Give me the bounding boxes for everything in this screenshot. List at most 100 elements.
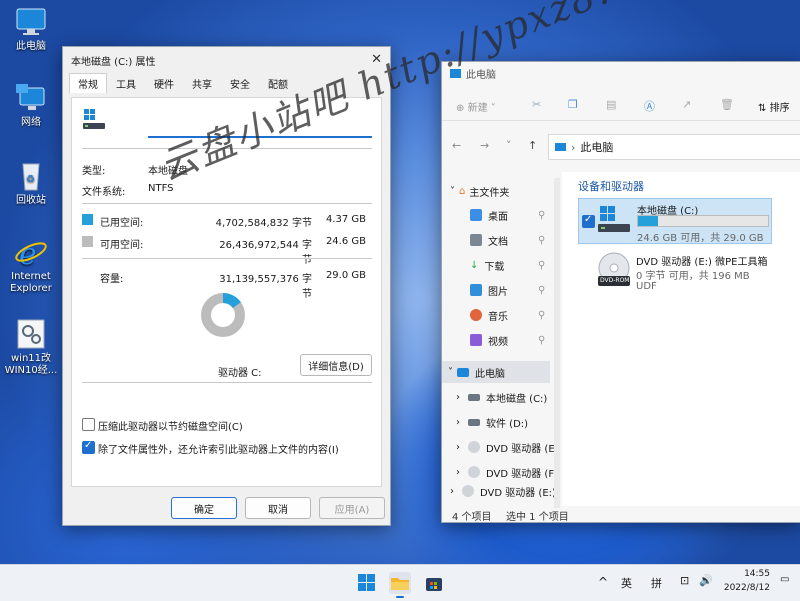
navigation-pane: ˅ ⌂ 主文件夹 桌面 ⚲ 文档 ⚲ ↓ 下载 ⚲ 图片 ⚲ 音乐 ⚲ 视频 ⚲… <box>442 178 556 506</box>
clock-time[interactable]: 14:55 <box>740 569 770 579</box>
nav-label: 图片 <box>488 286 508 298</box>
nav-item-dvd-e[interactable]: › DVD 驱动器 (E <box>442 436 566 458</box>
desktop-icon-setup-file[interactable]: win11改WIN10经... <box>4 318 58 377</box>
paste-icon[interactable]: ▤ <box>606 98 616 111</box>
svg-text:e: e <box>19 237 37 268</box>
monitor-icon <box>14 6 48 38</box>
nav-label: DVD 驱动器 (F <box>486 468 555 480</box>
desktop-icon-recycle-bin[interactable]: ♻ 回收站 <box>4 160 58 207</box>
compress-checkbox[interactable] <box>82 418 95 431</box>
up-icon[interactable]: ↑ <box>528 139 537 152</box>
nav-item-dvd-e2[interactable]: › DVD 驱动器 (E:) <box>442 484 560 498</box>
scrollbar[interactable] <box>554 178 560 508</box>
divider <box>82 258 372 259</box>
drive-label: 驱动器 C: <box>218 368 262 379</box>
network-icon <box>14 82 48 114</box>
desktop-icon-this-pc[interactable]: 此电脑 <box>4 6 58 53</box>
pin-icon: ⚲ <box>538 234 546 246</box>
compress-label: 压缩此驱动器以节约磁盘空间(C) <box>98 422 243 433</box>
expand-chevron-icon: ˅ <box>450 185 455 197</box>
cut-icon[interactable]: ✂ <box>532 98 541 111</box>
expand-chevron-icon: › <box>456 416 460 428</box>
nav-label: 音乐 <box>488 311 508 323</box>
desktop-icon-ie[interactable]: e Internet Explorer <box>4 236 58 295</box>
home-icon: ⌂ <box>459 185 466 197</box>
used-space-bytes: 4,702,584,832 字节 <box>215 218 312 229</box>
ime-indicator[interactable]: 拼 <box>651 575 662 591</box>
tab-general[interactable]: 常规 <box>69 73 107 93</box>
sort-button[interactable]: ⇅ 排序 <box>758 99 790 114</box>
address-bar[interactable]: › 此电脑 <box>548 134 800 160</box>
clock-date[interactable]: 2022/8/12 <box>718 583 770 593</box>
windows-drive-icon <box>598 206 630 232</box>
nav-label: 下载 <box>484 261 505 273</box>
explorer-window: 此电脑 ⊕ 新建 ˅ ✂ ❐ ▤ Ⓐ ↗ 🗑 ⇅ 排序 ← → ˅ ↑ › 此电… <box>441 61 800 523</box>
details-button[interactable]: 详细信息(D) <box>300 354 372 376</box>
nav-item-home[interactable]: ˅ ⌂ 主文件夹 <box>442 180 560 202</box>
rename-icon[interactable]: Ⓐ <box>644 98 655 114</box>
nav-item-drive-c[interactable]: › 本地磁盘 (C:) <box>442 386 566 408</box>
music-icon <box>470 309 482 321</box>
divider <box>82 382 372 383</box>
disc-label: DVD-ROM <box>600 277 630 284</box>
used-space-swatch <box>82 214 93 225</box>
recycle-bin-icon: ♻ <box>14 160 48 192</box>
volume-icon[interactable]: 🔊 <box>699 574 713 587</box>
desktop-icon-network[interactable]: 网络 <box>4 82 58 129</box>
nav-item-drive-d[interactable]: › 软件 (D:) <box>442 411 566 433</box>
language-indicator[interactable]: 英 <box>621 575 632 591</box>
tab-security[interactable]: 安全 <box>221 73 259 93</box>
nav-item-this-pc[interactable]: ˅ 此电脑 <box>442 361 550 383</box>
nav-label: 此电脑 <box>475 368 505 380</box>
forward-icon[interactable]: → <box>480 139 489 152</box>
nav-item-dvd-f[interactable]: › DVD 驱动器 (F <box>442 461 566 483</box>
used-space-label: 已用空间: <box>100 218 144 229</box>
dvd-icon <box>462 485 474 497</box>
index-label: 除了文件属性外，还允许索引此驱动器上文件的内容(I) <box>98 445 339 456</box>
drive-tile-e[interactable]: DVD-ROM DVD 驱动器 (E:) 微PE工具箱 0 字节 可用，共 19… <box>578 250 778 294</box>
video-icon <box>470 334 482 346</box>
nav-label: 视频 <box>488 336 508 348</box>
desktop-folder-icon <box>470 209 482 221</box>
ok-button[interactable]: 确定 <box>171 497 237 519</box>
back-icon[interactable]: ← <box>452 139 461 152</box>
new-button[interactable]: ⊕ 新建 ˅ <box>456 99 496 114</box>
address-row: ← → ˅ ↑ › 此电脑 <box>442 134 800 160</box>
file-explorer-icon[interactable] <box>389 572 411 598</box>
pin-icon: ⚲ <box>538 209 546 221</box>
pin-icon: ⚲ <box>538 259 546 271</box>
share-icon[interactable]: ↗ <box>682 98 691 111</box>
desktop-icon-label: 此电脑 <box>16 41 46 52</box>
free-space-label: 可用空间: <box>100 240 144 251</box>
tab-hardware[interactable]: 硬件 <box>145 73 183 93</box>
internet-explorer-icon: e <box>14 236 48 272</box>
delete-icon[interactable]: 🗑 <box>720 98 734 111</box>
expand-chevron-icon: › <box>456 466 460 478</box>
content-pane: 设备和驱动器 本地磁盘 (C:) 24.6 GB 可用，共 29.0 GB DV… <box>562 172 800 506</box>
index-checkbox[interactable] <box>82 440 95 454</box>
pin-icon: ⚲ <box>538 334 546 346</box>
drive-tile-c[interactable]: 本地磁盘 (C:) 24.6 GB 可用，共 29.0 GB <box>578 198 772 244</box>
chevron-up-icon[interactable]: ^ <box>598 575 608 589</box>
history-chevron-icon[interactable]: ˅ <box>506 139 512 152</box>
explorer-toolbar: ⊕ 新建 ˅ ✂ ❐ ▤ Ⓐ ↗ 🗑 ⇅ 排序 <box>442 92 800 121</box>
status-selected: 选中 1 个项目 <box>506 512 569 523</box>
start-icon[interactable] <box>356 572 378 594</box>
apply-button[interactable]: 应用(A) <box>319 497 385 519</box>
cancel-button[interactable]: 取消 <box>245 497 311 519</box>
network-icon[interactable]: ⊡ <box>680 574 689 587</box>
copy-icon[interactable]: ❐ <box>568 98 578 111</box>
desktop-icon-label: win11改WIN10经... <box>4 353 58 376</box>
notification-icon[interactable]: ▭ <box>780 574 789 585</box>
explorer-titlebar[interactable]: 此电脑 <box>442 62 800 84</box>
select-checkbox[interactable] <box>582 214 595 228</box>
store-icon[interactable] <box>423 572 445 594</box>
tab-tools[interactable]: 工具 <box>107 73 145 93</box>
tab-sharing[interactable]: 共享 <box>183 73 221 93</box>
picture-icon <box>470 284 482 296</box>
nav-label: 主文件夹 <box>469 187 510 199</box>
windows-drive-icon <box>83 109 105 129</box>
sort-button-label: 排序 <box>769 103 790 114</box>
chevron-down-icon: ˅ <box>490 103 496 114</box>
nav-label: 软件 (D:) <box>486 418 529 430</box>
